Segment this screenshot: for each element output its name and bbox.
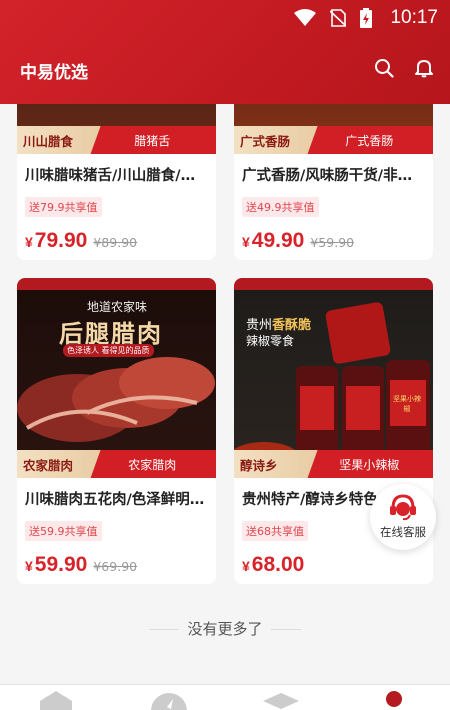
product-card[interactable]: 地道农家味 后腿腊肉 色泽诱人 看得见的品质 农家腊肉 农家腊肉 川味腊肉五花肉… xyxy=(17,278,216,584)
price-value: 49.90 xyxy=(251,229,305,252)
image-caption-sub: 辣椒零食 xyxy=(246,334,295,348)
price-value: 68.00 xyxy=(251,553,305,576)
product-subtitle: 坚果小辣椒 xyxy=(305,450,433,478)
original-price: ¥69.90 xyxy=(93,559,138,574)
product-title: 广式香肠/风味肠干货/非… xyxy=(242,168,413,184)
product-subtitle: 广式香肠 xyxy=(305,126,433,154)
status-bar: 10:17 xyxy=(0,0,450,34)
product-card[interactable]: 川山腊食 腊猪舌 川味腊味猪舌/川山腊食/… 送79.9共享值 ¥79.90 ¥… xyxy=(17,104,216,260)
currency-symbol: ¥ xyxy=(242,234,250,250)
price-value: 79.90 xyxy=(34,229,88,252)
product-subtitle: 农家腊肉 xyxy=(88,450,216,478)
no-more-indicator: 没有更多了 xyxy=(0,618,450,639)
product-badge: 广式香肠 xyxy=(234,126,318,154)
product-card[interactable]: 广式香肠 广式香肠 广式香肠/风味肠干货/非… 送49.9共享值 ¥49.90 … xyxy=(234,104,433,260)
currency-symbol: ¥ xyxy=(242,558,250,574)
wifi-icon xyxy=(294,9,316,26)
search-icon[interactable] xyxy=(374,58,394,78)
headset-icon xyxy=(390,494,416,521)
bell-icon[interactable] xyxy=(414,58,434,78)
tab-profile[interactable] xyxy=(374,685,414,710)
tab-discover[interactable] xyxy=(149,685,189,710)
product-title: 川味腊味猪舌/川山腊食/… xyxy=(25,168,196,184)
page-title: 中易优选 xyxy=(20,63,88,83)
image-caption-highlight: 香酥脆 xyxy=(272,318,312,333)
bottom-tab-bar xyxy=(0,684,450,710)
product-image: 贵州香酥脆 辣椒零食 坚果小辣椒 醇诗乡 坚果小辣椒 xyxy=(234,278,433,478)
product-image: 川山腊食 腊猪舌 xyxy=(17,104,216,154)
battery-icon xyxy=(360,8,372,28)
product-image: 地道农家味 后腿腊肉 色泽诱人 看得见的品质 农家腊肉 农家腊肉 xyxy=(17,278,216,478)
product-badge: 农家腊肉 xyxy=(17,450,101,478)
currency-symbol: ¥ xyxy=(25,558,33,574)
jar-illustration xyxy=(234,302,430,470)
currency-symbol: ¥ xyxy=(25,234,33,250)
share-value-tag: 送68共享值 xyxy=(242,521,308,541)
product-title: 川味腊肉五花肉/色泽鲜明… xyxy=(25,492,205,508)
tab-home[interactable] xyxy=(36,685,76,710)
tab-academy[interactable] xyxy=(261,685,301,710)
product-price: ¥68.00 xyxy=(242,553,304,577)
no-sim-icon xyxy=(330,9,346,27)
product-image: 广式香肠 广式香肠 xyxy=(234,104,433,154)
original-price: ¥59.90 xyxy=(310,235,355,250)
app-header: 10:17 中易优选 xyxy=(0,0,450,104)
home-icon xyxy=(40,691,73,710)
product-price: ¥49.90 xyxy=(242,229,304,253)
image-caption-top: 地道农家味 xyxy=(87,300,148,314)
image-caption-top: 贵州 xyxy=(246,318,273,333)
image-caption-sub: 色泽诱人 看得见的品质 xyxy=(63,344,154,357)
original-price: ¥89.90 xyxy=(93,235,138,250)
product-price: ¥59.90 xyxy=(25,553,87,577)
price-value: 59.90 xyxy=(34,553,88,576)
product-list[interactable]: 川山腊食 腊猪舌 川味腊味猪舌/川山腊食/… 送79.9共享值 ¥79.90 ¥… xyxy=(0,104,450,684)
share-value-tag: 送49.9共享值 xyxy=(242,197,319,217)
customer-service-label: 在线客服 xyxy=(380,525,426,539)
share-value-tag: 送59.9共享值 xyxy=(25,521,102,541)
compass-icon xyxy=(150,693,187,710)
status-time: 10:17 xyxy=(390,7,438,28)
jar-label: 坚果小辣椒 xyxy=(393,395,421,413)
product-price: ¥79.90 xyxy=(25,229,87,253)
graduation-cap-icon xyxy=(263,693,300,709)
product-subtitle: 腊猪舌 xyxy=(88,126,216,154)
product-badge: 川山腊食 xyxy=(17,126,101,154)
user-icon xyxy=(385,691,402,707)
customer-service-button[interactable]: 在线客服 xyxy=(370,484,436,550)
product-badge: 醇诗乡 xyxy=(234,450,318,478)
share-value-tag: 送79.9共享值 xyxy=(25,197,102,217)
